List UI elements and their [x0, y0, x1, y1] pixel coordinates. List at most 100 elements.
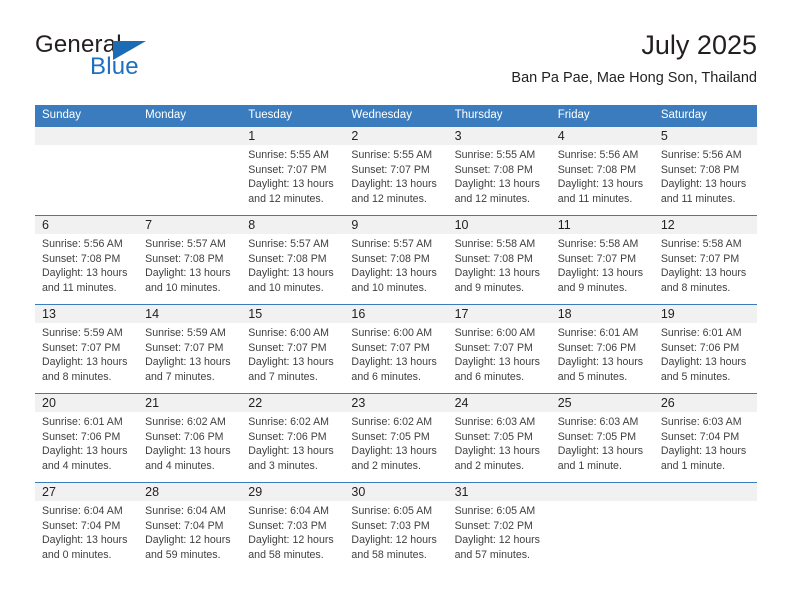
- day-cell[interactable]: 28 Sunrise: 6:04 AM Sunset: 7:04 PM Dayligh…: [138, 483, 242, 571]
- daylight-text-line1: Daylight: 13 hours: [42, 356, 128, 369]
- weekday-sunday: Sunday: [42, 109, 82, 121]
- sunrise-text: Sunrise: 6:01 AM: [660, 327, 742, 339]
- day-details: Sunrise: 5:57 AM Sunset: 7:08 PM Daylight:…: [138, 234, 241, 295]
- sunrise-text: Sunrise: 5:57 AM: [248, 238, 329, 250]
- day-cell[interactable]: 27 Sunrise: 6:04 AM Sunset: 7:04 PM Dayligh…: [35, 483, 139, 571]
- sunset-text: Sunset: 7:08 PM: [248, 252, 327, 265]
- day-cell[interactable]: 10 Sunrise: 5:58 AM Sunset: 7:08 PM Dayligh…: [447, 216, 551, 304]
- day-cell[interactable]: 1 Sunrise: 5:55 AM Sunset: 7:07 PM Daylight…: [241, 127, 345, 215]
- day-cell[interactable]: 18 Sunrise: 6:01 AM Sunset: 7:06 PM Dayligh…: [550, 305, 654, 393]
- day-details: Sunrise: 6:01 AM Sunset: 7:06 PM Daylight:…: [551, 323, 654, 384]
- day-cell[interactable]: 25 Sunrise: 6:03 AM Sunset: 7:05 PM Dayligh…: [550, 394, 654, 482]
- day-cell[interactable]: 22 Sunrise: 6:02 AM Sunset: 7:06 PM Dayligh…: [241, 394, 345, 482]
- daylight-text-line2: and 1 minute.: [660, 459, 726, 472]
- sunrise-text: Sunrise: 6:00 AM: [248, 327, 329, 339]
- day-cell[interactable]: 29 Sunrise: 6:04 AM Sunset: 7:03 PM Dayligh…: [241, 483, 345, 571]
- day-number: [35, 127, 139, 145]
- day-number: 31: [447, 483, 551, 501]
- sunrise-text: Sunrise: 6:03 AM: [660, 416, 742, 428]
- day-details: Sunrise: 5:56 AM Sunset: 7:08 PM Daylight:…: [654, 145, 757, 206]
- daylight-text-line1: Daylight: 13 hours: [351, 267, 437, 280]
- day-details: Sunrise: 5:56 AM Sunset: 7:08 PM Daylight:…: [35, 234, 138, 295]
- day-cell[interactable]: 16 Sunrise: 6:00 AM Sunset: 7:07 PM Dayligh…: [344, 305, 448, 393]
- day-cell[interactable]: 7 Sunrise: 5:57 AM Sunset: 7:08 PM Daylight…: [138, 216, 242, 304]
- day-details: [551, 501, 654, 504]
- daylight-text-line1: Daylight: 13 hours: [42, 534, 128, 547]
- day-details: Sunrise: 6:02 AM Sunset: 7:06 PM Daylight:…: [241, 412, 344, 473]
- day-cell[interactable]: 31 Sunrise: 6:05 AM Sunset: 7:02 PM Dayligh…: [447, 483, 551, 571]
- day-number: 9: [344, 216, 448, 234]
- day-details: Sunrise: 5:59 AM Sunset: 7:07 PM Daylight:…: [138, 323, 241, 384]
- day-number: 27: [35, 483, 139, 501]
- daylight-text-line1: Daylight: 12 hours: [351, 534, 437, 547]
- sunset-text: Sunset: 7:07 PM: [351, 163, 430, 176]
- sunset-text: Sunset: 7:02 PM: [454, 519, 533, 532]
- day-cell[interactable]: [138, 127, 242, 215]
- daylight-text-line1: Daylight: 13 hours: [557, 178, 644, 191]
- day-details: Sunrise: 6:00 AM Sunset: 7:07 PM Daylight:…: [344, 323, 447, 384]
- day-cell[interactable]: 3 Sunrise: 5:55 AM Sunset: 7:08 PM Daylight…: [447, 127, 551, 215]
- day-cell[interactable]: [653, 483, 757, 571]
- sunset-text: Sunset: 7:04 PM: [660, 430, 740, 443]
- day-cell[interactable]: 6 Sunrise: 5:56 AM Sunset: 7:08 PM Daylight…: [35, 216, 139, 304]
- day-cell[interactable]: 23 Sunrise: 6:02 AM Sunset: 7:05 PM Dayligh…: [344, 394, 448, 482]
- day-number: [550, 483, 654, 501]
- daylight-text-line1: Daylight: 13 hours: [351, 356, 437, 369]
- day-cell[interactable]: 30 Sunrise: 6:05 AM Sunset: 7:03 PM Dayligh…: [344, 483, 448, 571]
- daylight-text-line2: and 5 minutes.: [660, 370, 731, 383]
- sunset-text: Sunset: 7:08 PM: [454, 252, 533, 265]
- day-cell[interactable]: 4 Sunrise: 5:56 AM Sunset: 7:08 PM Daylight…: [550, 127, 654, 215]
- day-cell[interactable]: 24 Sunrise: 6:03 AM Sunset: 7:05 PM Dayligh…: [447, 394, 551, 482]
- sunset-text: Sunset: 7:08 PM: [454, 163, 533, 176]
- sunset-text: Sunset: 7:07 PM: [351, 341, 430, 354]
- day-cell[interactable]: 8 Sunrise: 5:57 AM Sunset: 7:08 PM Daylight…: [241, 216, 345, 304]
- daylight-text-line1: Daylight: 12 hours: [454, 534, 540, 547]
- sunset-text: Sunset: 7:07 PM: [145, 341, 224, 354]
- sunrise-text: Sunrise: 5:58 AM: [660, 238, 742, 250]
- day-details: Sunrise: 6:02 AM Sunset: 7:06 PM Daylight:…: [138, 412, 241, 473]
- daylight-text-line2: and 58 minutes.: [351, 548, 427, 561]
- sunrise-text: Sunrise: 6:03 AM: [557, 416, 639, 428]
- sunset-text: Sunset: 7:05 PM: [454, 430, 533, 443]
- sunrise-text: Sunrise: 6:03 AM: [454, 416, 536, 428]
- daylight-text-line2: and 11 minutes.: [557, 192, 633, 205]
- day-cell[interactable]: [35, 127, 139, 215]
- day-details: Sunrise: 6:03 AM Sunset: 7:05 PM Daylight:…: [551, 412, 654, 473]
- sunrise-text: Sunrise: 6:05 AM: [351, 505, 433, 517]
- day-cell[interactable]: 26 Sunrise: 6:03 AM Sunset: 7:04 PM Dayligh…: [653, 394, 757, 482]
- day-cell[interactable]: 9 Sunrise: 5:57 AM Sunset: 7:08 PM Daylight…: [344, 216, 448, 304]
- daylight-text-line1: Daylight: 12 hours: [248, 534, 334, 547]
- daylight-text-line1: Daylight: 13 hours: [660, 445, 747, 458]
- day-cell[interactable]: 21 Sunrise: 6:02 AM Sunset: 7:06 PM Dayligh…: [138, 394, 242, 482]
- week-row: 27 Sunrise: 6:04 AM Sunset: 7:04 PM Dayligh…: [35, 482, 757, 571]
- day-cell[interactable]: 11 Sunrise: 5:58 AM Sunset: 7:07 PM Dayligh…: [550, 216, 654, 304]
- daylight-text-line2: and 4 minutes.: [42, 459, 112, 472]
- week-row: 6 Sunrise: 5:56 AM Sunset: 7:08 PM Daylight…: [35, 215, 757, 304]
- day-cell[interactable]: 15 Sunrise: 6:00 AM Sunset: 7:07 PM Dayligh…: [241, 305, 345, 393]
- weekday-saturday: Saturday: [660, 109, 707, 121]
- day-cell[interactable]: 5 Sunrise: 5:56 AM Sunset: 7:08 PM Daylight…: [653, 127, 757, 215]
- daylight-text-line1: Daylight: 13 hours: [351, 178, 437, 191]
- day-details: Sunrise: 6:02 AM Sunset: 7:05 PM Daylight:…: [344, 412, 447, 473]
- sunset-text: Sunset: 7:06 PM: [248, 430, 327, 443]
- day-number: 24: [447, 394, 551, 412]
- day-cell[interactable]: 20 Sunrise: 6:01 AM Sunset: 7:06 PM Dayligh…: [35, 394, 139, 482]
- day-cell[interactable]: 12 Sunrise: 5:58 AM Sunset: 7:07 PM Dayligh…: [653, 216, 757, 304]
- day-details: Sunrise: 5:58 AM Sunset: 7:07 PM Daylight:…: [551, 234, 654, 295]
- day-cell[interactable]: [550, 483, 654, 571]
- day-cell[interactable]: 17 Sunrise: 6:00 AM Sunset: 7:07 PM Dayligh…: [447, 305, 551, 393]
- day-cell[interactable]: 13 Sunrise: 5:59 AM Sunset: 7:07 PM Dayligh…: [35, 305, 139, 393]
- day-details: [654, 501, 757, 504]
- sunrise-text: Sunrise: 5:55 AM: [351, 149, 433, 161]
- day-cell[interactable]: 2 Sunrise: 5:55 AM Sunset: 7:07 PM Daylight…: [344, 127, 448, 215]
- day-cell[interactable]: 19 Sunrise: 6:01 AM Sunset: 7:06 PM Dayligh…: [653, 305, 757, 393]
- sunrise-text: Sunrise: 5:58 AM: [454, 238, 536, 250]
- brand-logo[interactable]: General Blue: [35, 32, 255, 88]
- day-number: 19: [653, 305, 757, 323]
- day-cell[interactable]: 14 Sunrise: 5:59 AM Sunset: 7:07 PM Dayligh…: [138, 305, 242, 393]
- day-number: [138, 127, 242, 145]
- sunrise-text: Sunrise: 6:00 AM: [454, 327, 536, 339]
- day-details: Sunrise: 6:04 AM Sunset: 7:03 PM Daylight:…: [241, 501, 344, 562]
- daylight-text-line1: Daylight: 13 hours: [557, 445, 644, 458]
- day-number: 22: [241, 394, 345, 412]
